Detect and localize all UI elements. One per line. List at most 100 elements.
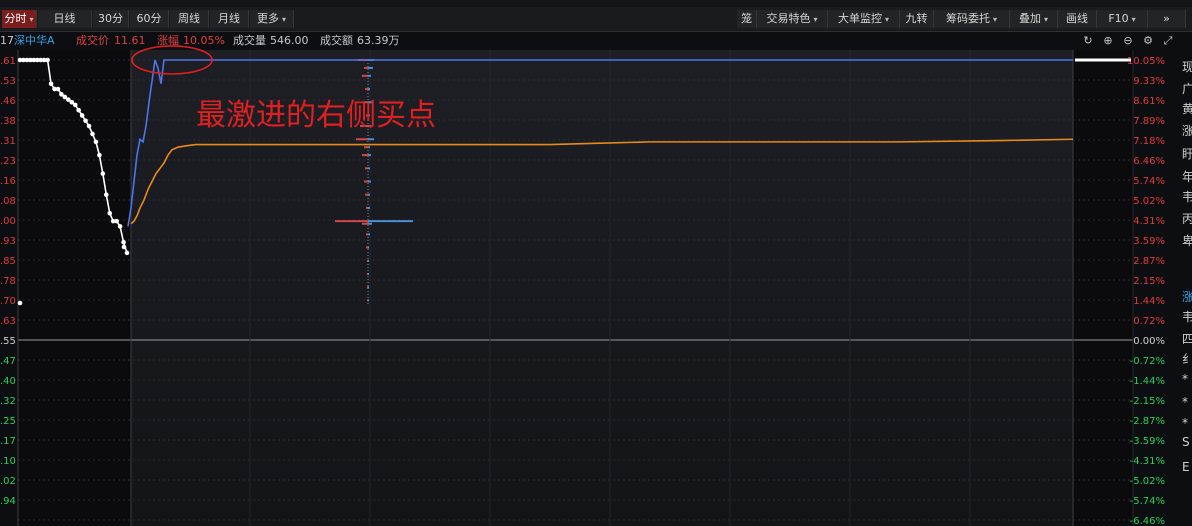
- left-tick-label: .78: [0, 276, 16, 287]
- right-tick-label: 3.59%: [1133, 236, 1165, 247]
- right-panel-char: 涨: [1182, 290, 1192, 304]
- right-tick-label: 10.05%: [1127, 56, 1165, 67]
- right-tick-label: -5.02%: [1130, 476, 1165, 487]
- right-tick-label: 9.33%: [1133, 76, 1165, 87]
- history-point: [76, 107, 81, 113]
- right-quote-panel: 现广黄涨盱年韦丙卑涨韦四纟 * * * S E: [1182, 50, 1192, 526]
- history-point: [124, 250, 130, 256]
- profile-sell-bar: [368, 220, 413, 223]
- right-tick-label: 7.18%: [1133, 136, 1165, 147]
- right-panel-char: 年: [1182, 170, 1192, 184]
- history-point: [79, 113, 85, 118]
- history-point: [114, 218, 119, 224]
- history-point: [86, 123, 92, 129]
- left-tick-label: .47: [0, 356, 16, 367]
- left-tick-label: .55: [0, 336, 16, 347]
- profile-buy-bar: [367, 286, 368, 289]
- annotation-text: 最激进的右侧买点: [196, 98, 436, 133]
- right-tick-label: 8.61%: [1133, 96, 1165, 107]
- profile-sell-bar: [368, 286, 369, 289]
- history-point: [100, 171, 106, 176]
- right-tick-label: 7.89%: [1133, 116, 1165, 127]
- left-tick-label: .61: [0, 56, 16, 67]
- profile-sell-bar: [368, 66, 373, 69]
- right-panel-char: 韦: [1182, 190, 1192, 204]
- left-tick-label: .17: [0, 436, 16, 447]
- right-tick-label: -6.46%: [1130, 516, 1165, 526]
- left-tick-label: .85: [0, 256, 16, 267]
- history-point: [117, 224, 123, 229]
- history-point: [107, 210, 113, 216]
- chart-grid: [17, 50, 1134, 526]
- right-panel-char: 广: [1182, 82, 1192, 96]
- right-panel-char: 卑: [1182, 234, 1192, 248]
- right-tick-label: -3.59%: [1130, 436, 1165, 447]
- left-tick-label: .31: [0, 136, 16, 147]
- profile-buy-bar: [362, 222, 368, 225]
- right-tick-label: -1.44%: [1130, 376, 1165, 387]
- right-tick-label: 6.46%: [1133, 156, 1165, 167]
- history-point: [103, 192, 109, 198]
- left-tick-label: .02: [0, 476, 16, 487]
- left-tick-label: .38: [0, 116, 16, 127]
- right-tick-label: -2.15%: [1130, 396, 1165, 407]
- right-panel-char: S: [1182, 435, 1190, 449]
- right-panel-char: 现: [1182, 60, 1192, 74]
- right-panel-char: 韦: [1182, 310, 1192, 324]
- profile-buy-bar: [356, 138, 368, 141]
- left-tick-label: .70: [0, 296, 16, 307]
- right-panel-char: 丙: [1182, 212, 1192, 226]
- right-tick-label: 1.44%: [1133, 296, 1165, 307]
- left-tick-label: .63: [0, 316, 16, 327]
- right-tick-label: 5.74%: [1133, 176, 1165, 187]
- left-tick-label: .10: [0, 456, 16, 467]
- left-tick-label: .32: [0, 396, 16, 407]
- profile-sell-bar: [368, 138, 374, 141]
- history-point: [90, 131, 95, 137]
- right-panel-char: 涨: [1182, 124, 1192, 138]
- left-tick-label: .40: [0, 376, 16, 387]
- profile-buy-bar: [362, 154, 368, 157]
- left-tick-label: .93: [0, 236, 16, 247]
- history-point: [55, 86, 61, 92]
- right-panel-char: *: [1182, 395, 1188, 409]
- history-point: [93, 139, 99, 145]
- left-tick-label: .46: [0, 96, 16, 107]
- right-panel-char: 黄: [1182, 102, 1192, 116]
- right-tick-label: -0.72%: [1130, 356, 1165, 367]
- left-tick-label: .23: [0, 156, 16, 167]
- history-point: [45, 57, 50, 63]
- profile-buy-bar: [365, 88, 368, 91]
- right-tick-label: 5.02%: [1133, 196, 1165, 207]
- left-tick-label: .53: [0, 76, 16, 87]
- profile-sell-bar: [368, 88, 370, 91]
- profile-buy-bar: [362, 74, 368, 77]
- right-tick-label: 0.00%: [1133, 336, 1165, 347]
- intraday-chart[interactable]: .61 .53 .46 .38 .31 .23 .16 .08 .00 .93 .85 .78 .70.…: [0, 0, 1192, 526]
- left-tick-label: .00: [0, 216, 16, 227]
- right-tick-label: 4.31%: [1133, 216, 1165, 227]
- right-panel-char: *: [1182, 416, 1188, 430]
- right-tick-label: -4.31%: [1130, 456, 1165, 467]
- right-tick-label: 2.87%: [1133, 256, 1165, 267]
- profile-buy-bar: [364, 146, 368, 149]
- right-tick-label: 0.72%: [1133, 316, 1165, 327]
- left-tick-label: .25: [0, 416, 16, 427]
- history-point: [121, 244, 127, 250]
- right-panel-char: 盱: [1182, 147, 1192, 161]
- history-point: [17, 300, 23, 306]
- left-price-axis: .61 .53 .46 .38 .31 .23 .16 .08 .00 .93 .85 .78 .70.…: [0, 56, 16, 507]
- right-panel-char: 四: [1182, 332, 1192, 346]
- right-panel-char: 纟: [1182, 352, 1192, 366]
- right-tick-label: -2.87%: [1130, 416, 1165, 427]
- profile-buy-bar: [364, 66, 368, 69]
- profile-sell-bar: [368, 222, 372, 225]
- profile-buy-bar: [364, 180, 368, 183]
- right-tick-label: -5.74%: [1130, 496, 1165, 507]
- left-tick-label: .16: [0, 176, 16, 187]
- right-panel-char: E: [1182, 460, 1190, 474]
- left-tick-label: .94: [0, 496, 16, 507]
- right-tick-label: 2.15%: [1133, 276, 1165, 287]
- history-point: [97, 152, 102, 158]
- left-tick-label: .08: [0, 196, 16, 207]
